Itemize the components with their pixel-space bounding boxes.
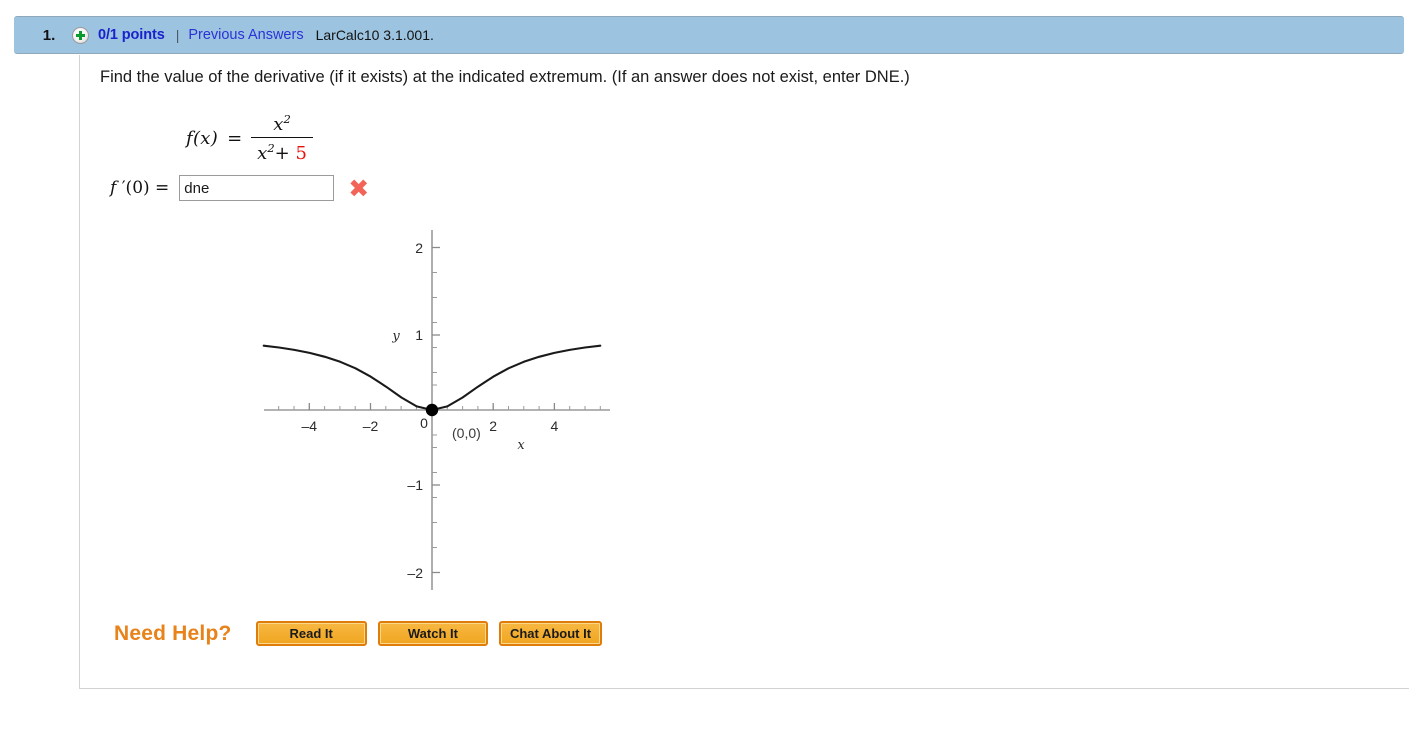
- xtick-label-0: –4: [302, 418, 318, 434]
- chat-about-it-button[interactable]: Chat About It: [498, 621, 603, 646]
- need-help-row: Need Help? Read It Watch It Chat About I…: [114, 621, 613, 646]
- equals-sign: =: [227, 127, 243, 149]
- x-axis-label: x: [517, 438, 525, 453]
- watch-it-label: Watch It: [379, 623, 486, 644]
- reference-code: LarCalc10 3.1.001.: [315, 27, 434, 43]
- function-lhs: f(x): [186, 127, 219, 149]
- question-header-bar: 1. 0/1 points | Previous Answers LarCalc…: [14, 16, 1404, 54]
- denominator-plus: +: [274, 143, 290, 165]
- ytick-label-0: 2: [415, 240, 423, 256]
- header-separator: |: [175, 27, 180, 43]
- previous-answers-link[interactable]: Previous Answers: [188, 27, 303, 43]
- watch-it-button[interactable]: Watch It: [377, 621, 488, 646]
- function-graph: –4 –2 0 2 4 2 1 –1 –2 y x (0,0): [256, 222, 636, 597]
- fraction: x2 x2+ 5: [251, 112, 313, 164]
- fraction-denominator: x2+ 5: [251, 138, 313, 164]
- graph-svg: –4 –2 0 2 4 2 1 –1 –2 y x (0,0): [262, 230, 610, 590]
- question-number: 1.: [42, 26, 56, 44]
- point-annotation-label: (0,0): [452, 425, 481, 441]
- question-prompt: Find the value of the derivative (if it …: [100, 68, 910, 86]
- read-it-label: Read It: [257, 623, 365, 644]
- answer-row: f ′(0) = ✖: [110, 175, 369, 201]
- numerator-exponent: 2: [283, 112, 291, 126]
- read-it-button[interactable]: Read It: [255, 621, 367, 646]
- function-definition: f(x) = x2 x2+ 5: [186, 112, 313, 164]
- answer-label-rest: ′(0) =: [116, 178, 170, 198]
- xtick-label-2: 0: [420, 415, 428, 431]
- question-page: 1. 0/1 points | Previous Answers LarCalc…: [0, 0, 1418, 750]
- plus-circle-icon[interactable]: [72, 26, 89, 44]
- answer-input[interactable]: [179, 175, 335, 201]
- chat-about-it-label: Chat About It: [500, 623, 601, 644]
- y-axis-label: y: [391, 329, 400, 344]
- points-label: 0/1 points: [98, 27, 165, 43]
- ytick-label-3: –1: [407, 477, 423, 493]
- numerator-base: x: [273, 114, 284, 135]
- answer-label: f ′(0) =: [110, 178, 169, 198]
- need-help-title: Need Help?: [114, 621, 232, 645]
- denominator-base: x: [257, 143, 268, 165]
- denominator-exponent: 2: [267, 141, 275, 156]
- ytick-label-4: –2: [407, 565, 423, 581]
- x-mark-incorrect-icon: ✖: [348, 173, 370, 203]
- denominator-constant: 5: [295, 143, 307, 165]
- xtick-label-3: 2: [489, 418, 497, 434]
- xtick-label-1: –2: [363, 418, 379, 434]
- xtick-label-4: 4: [551, 418, 559, 434]
- ytick-label-1: 1: [415, 327, 423, 343]
- fraction-numerator: x2: [263, 112, 300, 137]
